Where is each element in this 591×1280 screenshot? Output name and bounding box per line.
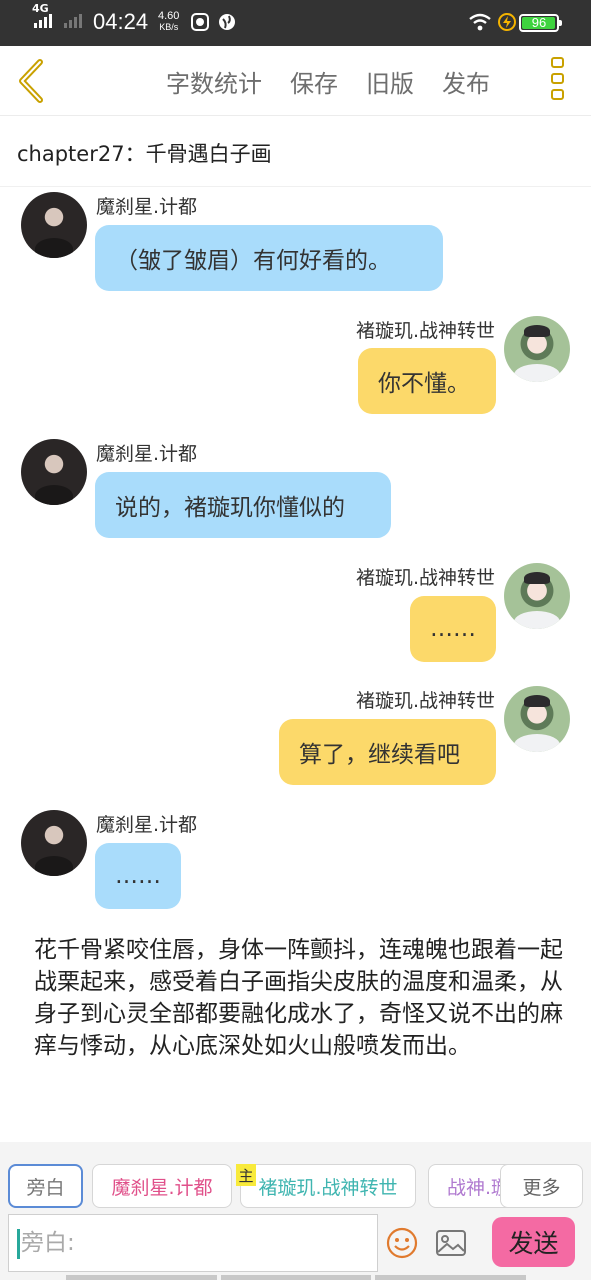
text-caret [17, 1229, 20, 1259]
old-version-button[interactable]: 旧版 [366, 64, 414, 99]
avatar-jidu[interactable] [21, 439, 87, 505]
publish-button[interactable]: 发布 [442, 64, 490, 99]
more-menu-icon[interactable] [551, 57, 567, 103]
message-input[interactable] [21, 1223, 371, 1263]
avatar-xuanji[interactable] [504, 686, 570, 752]
avatar-xuanji[interactable] [504, 563, 570, 629]
back-icon[interactable] [14, 58, 48, 104]
role-chip-narrator[interactable]: 旁白 [8, 1164, 83, 1208]
signal-2-icon [64, 14, 82, 28]
app-notify-icon [191, 13, 209, 31]
chat-bubble-left[interactable]: 说的，褚璇玑你懂似的 [95, 472, 391, 538]
divider [0, 186, 591, 187]
main-role-badge: 主 [236, 1164, 256, 1186]
charging-icon [498, 13, 516, 31]
chat-bubble-right[interactable]: 算了，继续看吧 [279, 719, 496, 785]
role-chip-jidu[interactable]: 魔刹星.计都 [92, 1164, 232, 1208]
wifi-icon [469, 13, 491, 31]
narration-text[interactable]: 花千骨紧咬住唇，身体一阵颤抖，连魂魄也跟着一起战栗起来，感受着白子画指尖皮肤的温… [34, 934, 564, 1062]
chat-bubble-right[interactable]: …… [410, 596, 496, 662]
avatar-jidu[interactable] [21, 810, 87, 876]
speaker-name: 褚璇玑.战神转世 [355, 320, 495, 342]
speaker-name: 魔刹星.计都 [96, 196, 198, 218]
speaker-name: 褚璇玑.战神转世 [355, 690, 495, 712]
net-speed: 4.60 KB/s [158, 11, 179, 33]
save-button[interactable]: 保存 [290, 64, 338, 99]
role-chip-xuanji[interactable]: 褚璇玑.战神转世 [240, 1164, 416, 1208]
signal-icon [34, 14, 52, 28]
emoji-icon[interactable] [386, 1227, 418, 1259]
avatar-jidu[interactable] [21, 192, 87, 258]
send-button[interactable]: 发送 [492, 1217, 575, 1267]
speaker-name: 魔刹星.计都 [96, 814, 198, 836]
globe-icon [219, 14, 235, 30]
gesture-bar [66, 1275, 527, 1280]
chat-bubble-right[interactable]: 你不懂。 [358, 348, 496, 414]
image-icon[interactable] [435, 1229, 467, 1257]
speaker-name: 魔刹星.计都 [96, 443, 198, 465]
net-speed-unit: KB/s [159, 22, 179, 32]
speaker-name: 褚璇玑.战神转世 [355, 567, 495, 589]
word-count-button[interactable]: 字数统计 [166, 64, 262, 99]
avatar-xuanji[interactable] [504, 316, 570, 382]
composer-panel: 旁白 魔刹星.计都 褚璇玑.战神转世 主 战神.璇 更多 发送 [0, 1142, 591, 1280]
more-roles-button[interactable]: 更多 [500, 1164, 583, 1208]
chat-bubble-left[interactable]: （皱了皱眉）有何好看的。 [95, 225, 443, 291]
app-root: 4G 04:24 4.60 KB/s 96 字数统计 保存 旧版 发布 chap… [0, 0, 591, 1280]
toolbar-actions: 字数统计 保存 旧版 发布 [166, 64, 490, 99]
chat-bubble-left[interactable]: …… [95, 843, 181, 909]
battery-level: 96 [531, 15, 547, 30]
message-input-box[interactable] [8, 1214, 378, 1272]
net-speed-value: 4.60 [158, 10, 180, 22]
status-bar: 4G 04:24 4.60 KB/s 96 [0, 0, 591, 46]
chapter-title: chapter27：千骨遇白子画 [17, 142, 272, 166]
battery-icon: 96 [519, 14, 562, 32]
clock: 04:24 [93, 9, 149, 34]
editor-toolbar: 字数统计 保存 旧版 发布 [0, 46, 591, 116]
